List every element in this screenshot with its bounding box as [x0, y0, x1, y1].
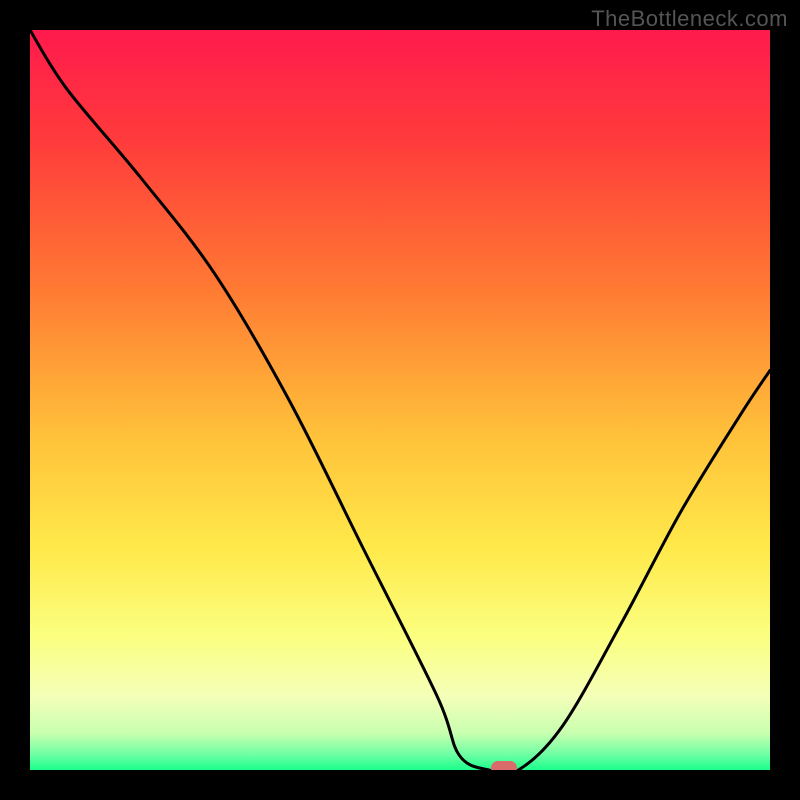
optimal-marker	[491, 761, 517, 770]
bottleneck-curve	[30, 30, 770, 770]
plot-area	[30, 30, 770, 770]
chart-frame: TheBottleneck.com	[0, 0, 800, 800]
watermark-text: TheBottleneck.com	[591, 6, 788, 32]
